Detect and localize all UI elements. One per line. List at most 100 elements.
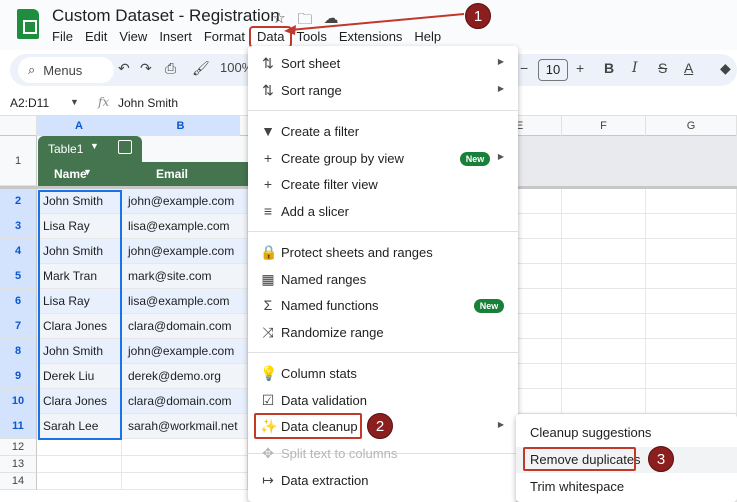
menu-item-protect-sheets-and-ranges[interactable]: 🔒 Protect sheets and ranges	[248, 240, 518, 266]
fill-color-icon[interactable]: ◆	[720, 60, 731, 77]
email-cell[interactable]: mark@site.com	[122, 264, 248, 289]
menu-tools[interactable]: Tools	[290, 28, 332, 46]
empty-cell[interactable]	[562, 314, 646, 339]
menu-insert[interactable]: Insert	[153, 28, 198, 46]
row-header[interactable]: 2	[0, 189, 37, 214]
select-all-corner[interactable]	[0, 116, 37, 136]
empty-cell[interactable]	[122, 473, 248, 490]
bold-icon[interactable]: B	[604, 60, 614, 76]
empty-cell[interactable]	[646, 389, 737, 414]
menu-item-create-group-by-view[interactable]: + Create group by view New ▶	[248, 146, 518, 172]
formula-input[interactable]: John Smith	[118, 96, 178, 110]
paint-format-icon[interactable]: 🖌	[192, 60, 210, 77]
email-cell[interactable]: sarah@workmail.net	[122, 414, 248, 439]
column-header-b[interactable]: B	[122, 116, 240, 136]
email-cell[interactable]: lisa@example.com	[122, 214, 248, 239]
column-header-a[interactable]: A	[37, 116, 122, 136]
menu-help[interactable]: Help	[408, 28, 447, 46]
menu-item-add-a-slicer[interactable]: ≡ Add a slicer	[248, 199, 518, 225]
empty-cell[interactable]	[646, 364, 737, 389]
chevron-down-icon[interactable]: ▼	[90, 141, 99, 151]
empty-cell[interactable]	[646, 264, 737, 289]
menu-edit[interactable]: Edit	[79, 28, 113, 46]
menu-item-create-a-filter[interactable]: ▼ Create a filter	[248, 119, 518, 145]
empty-cell[interactable]	[646, 214, 737, 239]
row-header[interactable]: 6	[0, 289, 37, 314]
empty-cell[interactable]	[562, 239, 646, 264]
empty-cell[interactable]	[646, 339, 737, 364]
email-cell[interactable]: derek@demo.org	[122, 364, 248, 389]
column-header-g[interactable]: G	[646, 116, 737, 136]
email-cell[interactable]: lisa@example.com	[122, 289, 248, 314]
header-name-dropdown-icon[interactable]: ▼	[83, 167, 92, 177]
empty-cell[interactable]	[37, 439, 122, 456]
row-header[interactable]: 9	[0, 364, 37, 389]
name-cell[interactable]: Mark Tran	[37, 264, 122, 289]
row-header[interactable]: 10	[0, 389, 37, 414]
row-header-1[interactable]: 1	[0, 136, 37, 186]
column-header-f[interactable]: F	[562, 116, 646, 136]
table-name-chip[interactable]: Table1 ▼	[38, 136, 142, 162]
menu-data[interactable]: Data	[248, 26, 293, 48]
print-icon[interactable]: ⎙	[165, 60, 176, 77]
empty-cell[interactable]	[37, 456, 122, 473]
menu-item-data-validation[interactable]: ☑ Data validation	[248, 388, 518, 414]
empty-cell[interactable]	[562, 264, 646, 289]
undo-icon[interactable]: ↶	[118, 60, 130, 77]
decrease-font-icon[interactable]: −	[520, 60, 528, 76]
empty-cell[interactable]	[122, 439, 248, 456]
header-name[interactable]: Name	[54, 167, 87, 181]
menu-view[interactable]: View	[113, 28, 153, 46]
name-cell[interactable]: John Smith	[37, 339, 122, 364]
row-header[interactable]: 14	[0, 473, 37, 490]
menu-item-data-extraction[interactable]: ↦ Data extraction	[248, 468, 518, 494]
name-cell[interactable]: Sarah Lee	[37, 414, 122, 439]
name-box[interactable]: A2:D11	[10, 96, 49, 110]
redo-icon[interactable]: ↷	[140, 60, 152, 77]
row-header[interactable]: 11	[0, 414, 37, 439]
empty-cell[interactable]	[562, 364, 646, 389]
name-cell[interactable]: John Smith	[37, 189, 122, 214]
empty-cell[interactable]	[562, 189, 646, 214]
empty-cell[interactable]	[37, 473, 122, 490]
menu-item-sort-sheet[interactable]: ⇅ Sort sheet ▶	[248, 51, 518, 77]
sheets-logo-icon[interactable]	[17, 9, 39, 39]
menus-search-button[interactable]: ⌕ Menus	[18, 57, 114, 83]
menu-item-named-ranges[interactable]: ▦ Named ranges	[248, 267, 518, 293]
email-cell[interactable]: clara@domain.com	[122, 314, 248, 339]
remove-duplicates-item[interactable]: Remove duplicates	[516, 447, 737, 473]
italic-icon[interactable]: I	[632, 60, 638, 76]
document-title[interactable]: Custom Dataset - Registration	[52, 6, 280, 26]
email-cell[interactable]: john@example.com	[122, 239, 248, 264]
strikethrough-icon[interactable]: S	[658, 60, 667, 76]
empty-cell[interactable]	[562, 214, 646, 239]
header-email[interactable]: Email	[156, 167, 188, 181]
menu-format[interactable]: Format	[198, 28, 251, 46]
email-cell[interactable]: john@example.com	[122, 189, 248, 214]
empty-cell[interactable]	[562, 289, 646, 314]
name-cell[interactable]: Clara Jones	[37, 389, 122, 414]
cleanup-suggestions-item[interactable]: Cleanup suggestions	[516, 420, 737, 446]
increase-font-icon[interactable]: +	[576, 60, 584, 76]
empty-cell[interactable]	[562, 339, 646, 364]
name-cell[interactable]: Lisa Ray	[37, 289, 122, 314]
menu-item-named-functions[interactable]: Σ Named functions New	[248, 293, 518, 319]
empty-cell[interactable]	[122, 456, 248, 473]
empty-cell[interactable]	[646, 289, 737, 314]
font-size-input[interactable]: 10	[538, 59, 568, 81]
text-color-icon[interactable]: A	[684, 60, 693, 76]
menu-item-sort-range[interactable]: ⇅ Sort range ▶	[248, 78, 518, 104]
name-box-dropdown-icon[interactable]: ▼	[70, 97, 79, 107]
menu-file[interactable]: File	[46, 28, 79, 46]
empty-cell[interactable]	[646, 314, 737, 339]
name-cell[interactable]: John Smith	[37, 239, 122, 264]
empty-cell[interactable]	[646, 239, 737, 264]
table-view-icon[interactable]	[118, 140, 132, 154]
email-cell[interactable]: john@example.com	[122, 339, 248, 364]
empty-cell[interactable]	[646, 189, 737, 214]
email-cell[interactable]: clara@domain.com	[122, 389, 248, 414]
menu-item-column-stats[interactable]: 💡 Column stats	[248, 361, 518, 387]
name-cell[interactable]: Lisa Ray	[37, 214, 122, 239]
row-header[interactable]: 12	[0, 439, 37, 456]
menu-item-randomize-range[interactable]: ⤨ Randomize range	[248, 320, 518, 346]
